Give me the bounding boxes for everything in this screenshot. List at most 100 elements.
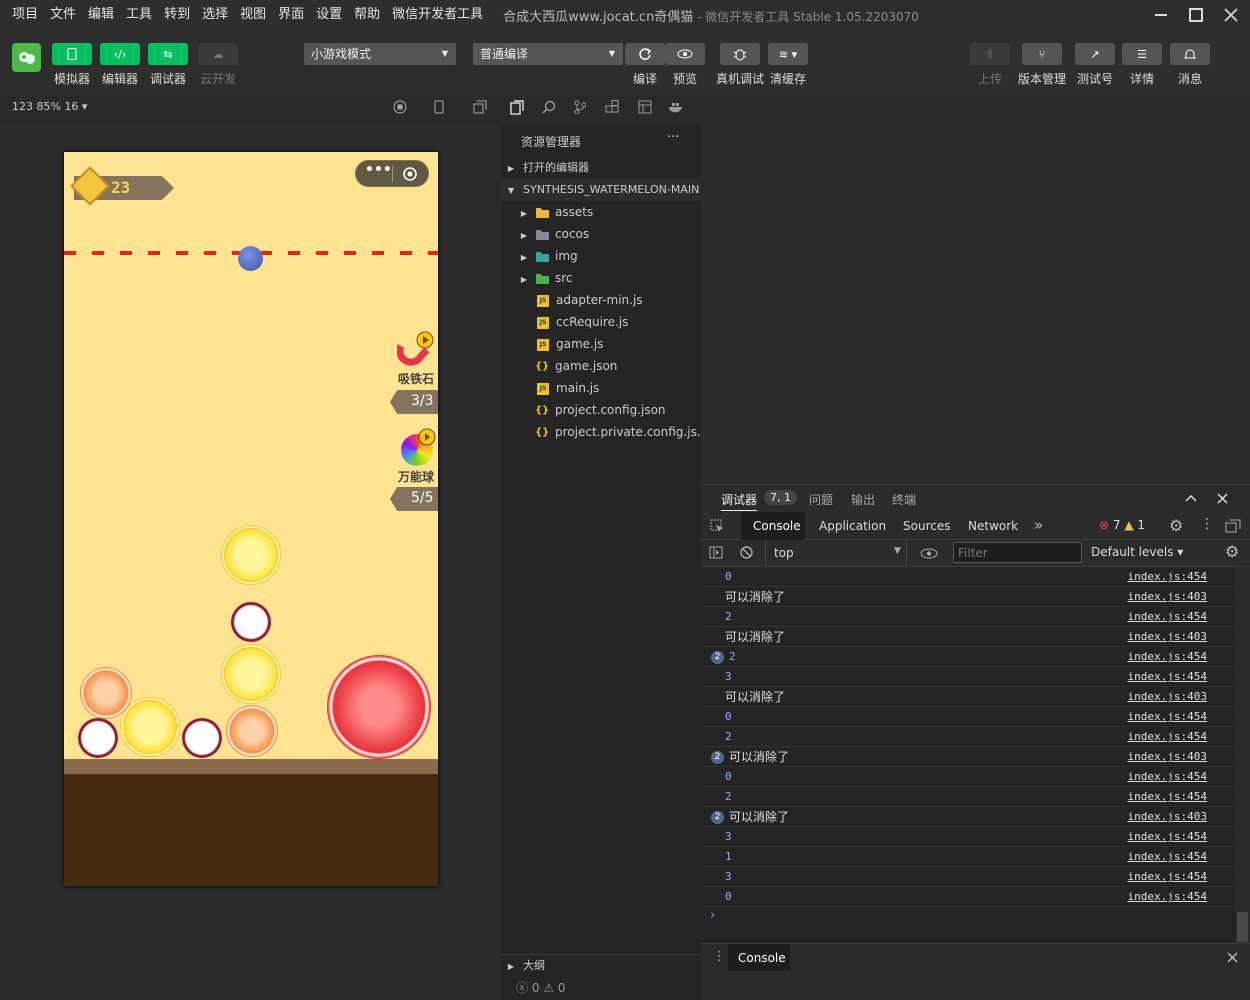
clear-cache-button[interactable]: ≋ ▾ 清缓存 [768, 43, 808, 87]
tree-folder-cocos[interactable]: ▶ cocos [501, 223, 701, 245]
source-link[interactable]: index.js:454 [1128, 567, 1207, 587]
source-link[interactable]: index.js:454 [1128, 767, 1207, 787]
tab-application[interactable]: Application [819, 519, 886, 533]
drawer-menu-icon[interactable]: ⋮ [713, 949, 726, 964]
menu-tools[interactable]: 工具 [120, 0, 158, 30]
dock-icon[interactable] [1225, 519, 1241, 533]
tree-file[interactable]: {} project.private.config.js... [501, 421, 701, 443]
cloud-dev-button[interactable]: ☁ 云开发 [198, 43, 238, 87]
menu-edit[interactable]: 编辑 [82, 0, 120, 30]
debugger-button[interactable]: ⇆ 调试器 [148, 43, 188, 87]
details-button[interactable]: ☰ 详情 [1122, 43, 1162, 87]
log-levels-select[interactable]: Default levels ▾ [1091, 545, 1183, 559]
menu-goto[interactable]: 转到 [158, 0, 196, 30]
magnet-icon[interactable] [397, 330, 437, 366]
menu-project[interactable]: 项目 [0, 0, 44, 30]
filter-input[interactable] [953, 542, 1082, 563]
tree-folder-src[interactable]: ▶ src [501, 267, 701, 289]
compile-button[interactable]: 编译 [625, 43, 665, 87]
source-link[interactable]: index.js:403 [1128, 807, 1207, 827]
source-link[interactable]: index.js:403 [1128, 687, 1207, 707]
menu-file[interactable]: 文件 [44, 0, 82, 30]
layout-icon[interactable] [638, 100, 652, 114]
extensions-icon[interactable] [605, 100, 619, 114]
search-icon[interactable] [542, 100, 556, 114]
editor-button[interactable]: ‹/› 编辑器 [100, 43, 140, 87]
kebab-menu-icon[interactable]: ⋮ [1200, 516, 1214, 532]
menu-wechat-devtools[interactable]: 微信开发者工具 [386, 0, 489, 30]
source-link[interactable]: index.js:403 [1128, 627, 1207, 647]
mode-select[interactable]: 小游戏模式 ▼ [304, 43, 456, 65]
source-link[interactable]: index.js:454 [1128, 647, 1207, 667]
tree-folder-assets[interactable]: ▶ assets [501, 201, 701, 223]
inspect-element-icon[interactable] [710, 519, 724, 533]
tab-terminal[interactable]: 终端 [892, 491, 916, 508]
drawer-tab-console[interactable]: Console [728, 944, 790, 972]
source-link[interactable]: index.js:454 [1128, 827, 1207, 847]
more-actions-icon[interactable]: ··· [667, 130, 679, 145]
test-account-button[interactable]: ↗ 测试号 [1075, 43, 1115, 87]
phone-icon[interactable] [434, 100, 444, 114]
menu-view[interactable]: 视图 [234, 0, 272, 30]
context-select[interactable]: top ▼ [765, 540, 907, 566]
tab-problems[interactable]: 问题 [809, 491, 833, 508]
menu-settings[interactable]: 设置 [310, 0, 348, 30]
issue-counter[interactable]: ⊗ 7 ▲ 1 [1099, 518, 1145, 532]
miniprogram-capsule[interactable]: ••• [355, 160, 429, 187]
tab-output[interactable]: 输出 [851, 491, 875, 508]
outline-section[interactable]: ▶ 大纲 [501, 955, 701, 977]
tree-file[interactable]: JS game.js [501, 333, 701, 355]
preview-button[interactable]: 预览 [665, 43, 705, 87]
tree-file[interactable]: JS adapter-min.js [501, 289, 701, 311]
maximize-button[interactable] [1179, 0, 1213, 30]
detach-window-icon[interactable] [473, 100, 487, 114]
tree-file[interactable]: {} project.config.json [501, 399, 701, 421]
messages-button[interactable]: 消息 [1170, 43, 1210, 87]
menu-help[interactable]: 帮助 [348, 0, 386, 30]
console-settings-gear-icon[interactable]: ⚙ [1225, 542, 1239, 561]
tree-file[interactable]: JS main.js [501, 377, 701, 399]
tab-network[interactable]: Network [968, 519, 1018, 533]
tab-debugger[interactable]: 调试器 [721, 491, 758, 511]
tree-folder-img[interactable]: ▶ img [501, 245, 701, 267]
close-icon[interactable] [1217, 493, 1228, 504]
source-link[interactable]: index.js:454 [1128, 667, 1207, 687]
source-link[interactable]: index.js:403 [1128, 587, 1207, 607]
console-scrollbar[interactable] [1235, 567, 1250, 943]
tab-console[interactable]: Console [741, 512, 805, 540]
source-link[interactable]: index.js:454 [1128, 707, 1207, 727]
source-link[interactable]: index.js:454 [1128, 867, 1207, 887]
files-icon[interactable] [510, 100, 524, 116]
scrollbar-thumb[interactable] [1237, 912, 1248, 942]
close-capsule-icon[interactable] [402, 166, 418, 182]
source-link[interactable]: index.js:403 [1128, 747, 1207, 767]
close-window-button[interactable] [1214, 0, 1248, 30]
source-link[interactable]: index.js:454 [1128, 887, 1207, 907]
source-link[interactable]: index.js:454 [1128, 787, 1207, 807]
simulator-button[interactable]: 模拟器 [52, 43, 92, 87]
avatar[interactable] [12, 43, 41, 72]
tab-sources[interactable]: Sources [903, 519, 950, 533]
menu-interface[interactable]: 界面 [272, 0, 310, 30]
more-tabs-icon[interactable]: » [1034, 516, 1043, 534]
docker-icon[interactable] [668, 100, 684, 114]
source-link[interactable]: index.js:454 [1128, 847, 1207, 867]
source-link[interactable]: index.js:454 [1128, 727, 1207, 747]
open-editors-section[interactable]: ▶ 打开的编辑器 [501, 157, 701, 179]
console-prompt[interactable]: › [710, 908, 715, 923]
problems-status[interactable]: ⓧ 0 ⚠ 0 [516, 979, 566, 996]
device-debug-button[interactable]: 真机调试 [716, 43, 764, 87]
sidebar-toggle-icon[interactable] [709, 546, 723, 559]
source-link[interactable]: index.js:454 [1128, 607, 1207, 627]
project-section[interactable]: ▼ SYNTHESIS_WATERMELON-MAIN [501, 179, 701, 201]
source-control-icon[interactable] [574, 100, 586, 114]
menu-select[interactable]: 选择 [196, 0, 234, 30]
game-screen[interactable]: 23 ••• 吸铁石 3/3 万能球 5/5 [64, 152, 438, 886]
upload-button[interactable]: ⇧ 上传 [970, 43, 1010, 87]
clear-console-icon[interactable] [740, 546, 753, 559]
record-icon[interactable] [393, 100, 407, 114]
gear-icon[interactable]: ⚙ [1169, 516, 1183, 535]
eye-icon[interactable] [920, 548, 938, 559]
tree-file[interactable]: JS ccRequire.js [501, 311, 701, 333]
close-drawer-icon[interactable] [1227, 952, 1238, 963]
